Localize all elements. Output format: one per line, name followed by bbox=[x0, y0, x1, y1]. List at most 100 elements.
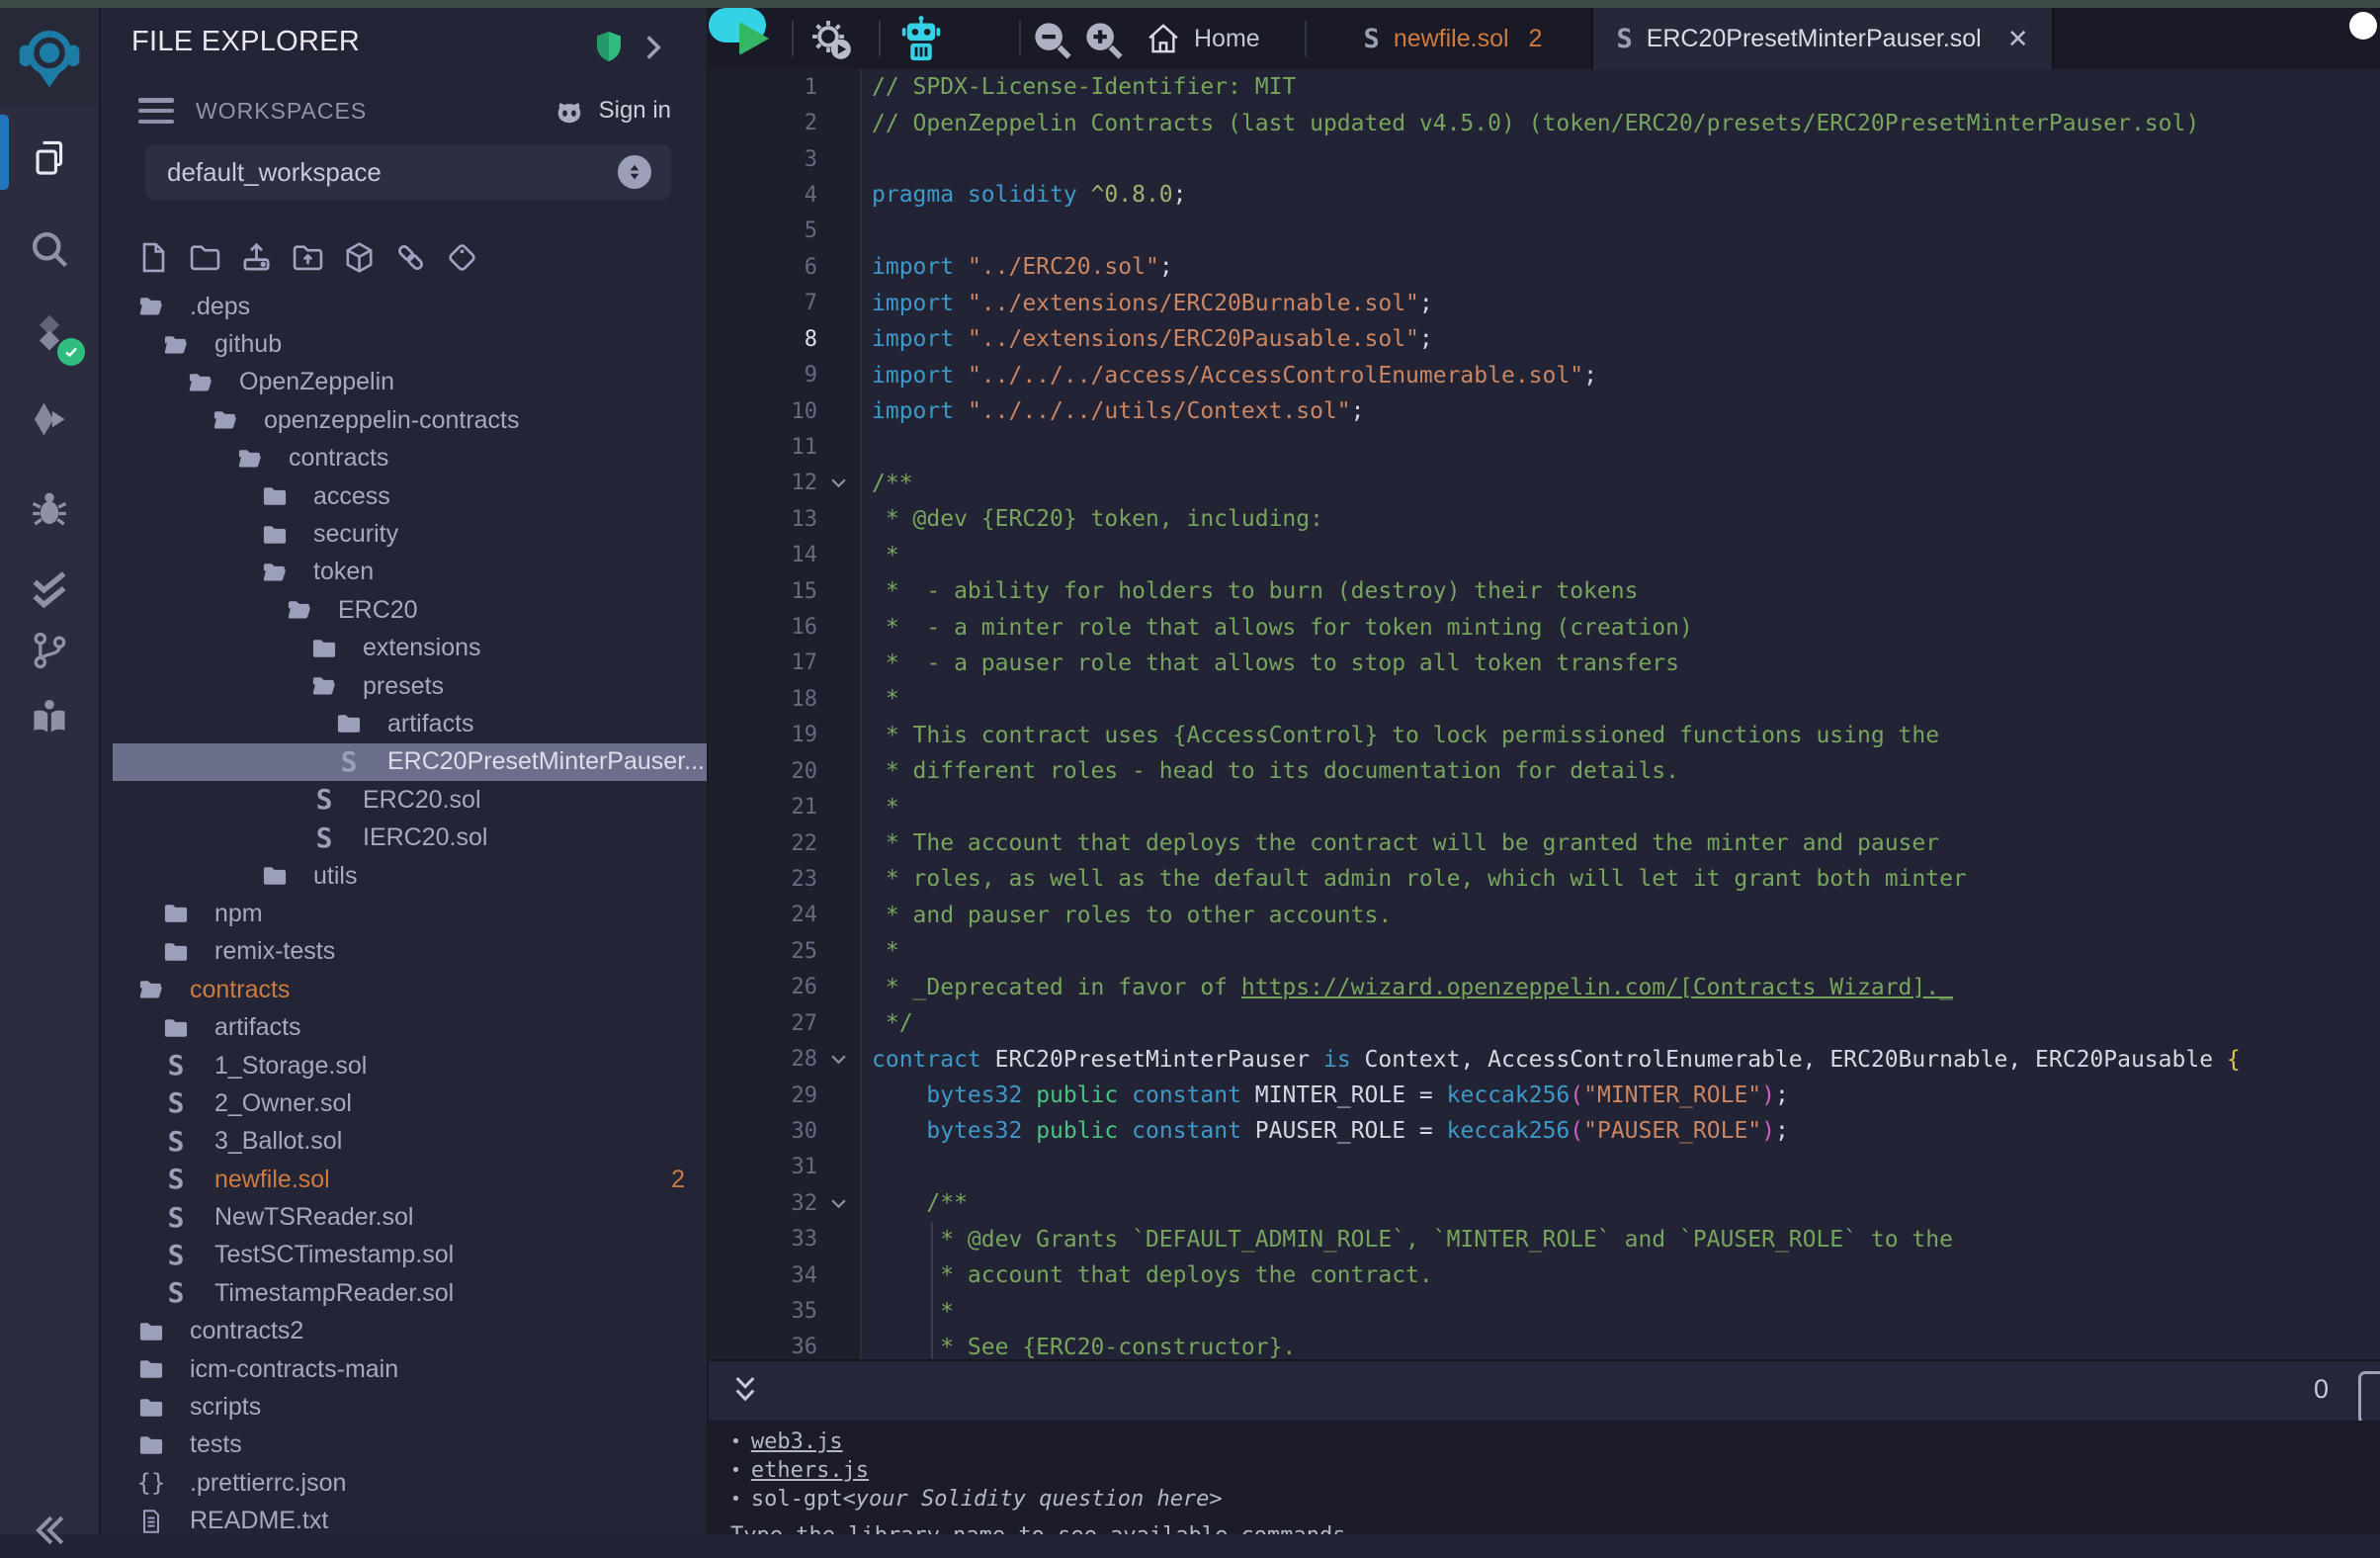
ipfs-box-icon[interactable] bbox=[342, 237, 377, 277]
tree-item[interactable]: STestSCTimestamp.sol bbox=[101, 1237, 707, 1274]
workspace-selected-value: default_workspace bbox=[167, 157, 382, 188]
remix-logo[interactable] bbox=[0, 8, 99, 107]
line-number: 10 bbox=[709, 399, 817, 424]
fold-chevron-icon[interactable] bbox=[817, 1198, 860, 1209]
code-editor[interactable]: 1// SPDX-License-Identifier: MIT2// Open… bbox=[709, 69, 2380, 1359]
code-text: * bbox=[860, 938, 899, 964]
tree-item[interactable]: S2_Owner.sol bbox=[101, 1084, 707, 1122]
tree-item[interactable]: tests bbox=[101, 1427, 707, 1464]
search-icon[interactable] bbox=[22, 221, 77, 277]
sign-in-button[interactable]: Sign in bbox=[550, 91, 671, 130]
tree-item[interactable]: S1_Storage.sol bbox=[101, 1047, 707, 1084]
tree-item-label: IERC20.sol bbox=[363, 823, 487, 852]
tree-item[interactable]: README.txt bbox=[101, 1503, 707, 1535]
debugger-icon[interactable] bbox=[22, 480, 77, 536]
tree-item[interactable]: Snewfile.sol2 bbox=[101, 1161, 707, 1198]
code-line: 24 * and pauser roles to other accounts. bbox=[709, 898, 2380, 933]
code-text: * @dev Grants `DEFAULT_ADMIN_ROLE`, `MIN… bbox=[860, 1227, 1953, 1253]
new-folder-icon[interactable] bbox=[188, 237, 222, 277]
workspaces-label: WORKSPACES bbox=[196, 98, 367, 125]
line-number: 18 bbox=[709, 687, 817, 712]
tree-item[interactable]: SERC20PresetMinterPauser... bbox=[113, 743, 707, 781]
unit-testing-icon[interactable] bbox=[22, 562, 77, 617]
zoom-out-button[interactable] bbox=[1029, 17, 1074, 62]
tree-item[interactable]: S IERC20.sol bbox=[101, 819, 707, 856]
tree-item[interactable]: STimestampReader.sol bbox=[101, 1274, 707, 1312]
tree-item[interactable]: artifacts bbox=[101, 705, 707, 742]
code-line: 36 * See {ERC20-constructor}. bbox=[709, 1330, 2380, 1359]
fold-chevron-icon[interactable] bbox=[817, 477, 860, 488]
tree-item[interactable]: remix-tests bbox=[101, 933, 707, 971]
file-explorer-panel: FILE EXPLORER WORKSPACES Sign in default… bbox=[101, 8, 709, 1534]
doc-link[interactable]: https://wizard.openzeppelin.com/[Contrac… bbox=[1241, 975, 1953, 1000]
tree-item[interactable]: SERC20.sol bbox=[101, 781, 707, 819]
tree-item[interactable]: icm-contracts-main bbox=[101, 1350, 707, 1388]
terminal-line: •web3.js bbox=[730, 1428, 1359, 1456]
terminal-header[interactable]: 0 bbox=[709, 1359, 2380, 1423]
tab-home[interactable]: Home bbox=[1132, 8, 1274, 69]
tree-item[interactable]: extensions bbox=[101, 630, 707, 667]
file-explorer-icon[interactable] bbox=[22, 130, 77, 186]
new-file-icon[interactable] bbox=[136, 237, 171, 277]
tree-item[interactable]: utils bbox=[101, 857, 707, 895]
remixd-link-icon[interactable] bbox=[393, 237, 428, 277]
publish-gist-icon[interactable] bbox=[445, 237, 479, 277]
close-icon[interactable]: ✕ bbox=[2007, 24, 2029, 54]
code-line: 10import "../../../utils/Context.sol"; bbox=[709, 393, 2380, 429]
solidity-compiler-icon[interactable] bbox=[22, 306, 77, 362]
fold-chevron-icon[interactable] bbox=[817, 1054, 860, 1065]
tree-item[interactable]: token bbox=[101, 554, 707, 591]
tree-item[interactable]: SNewTSReader.sol bbox=[101, 1198, 707, 1236]
folder-open-icon bbox=[162, 331, 190, 359]
code-text: import "../extensions/ERC20Burnable.sol"… bbox=[860, 291, 1433, 316]
solidity-file-icon: S bbox=[162, 1128, 190, 1156]
library-link[interactable]: web3.js bbox=[751, 1429, 843, 1454]
tree-item[interactable]: {}.prettierrc.json bbox=[101, 1464, 707, 1502]
terminal-collapse-icon[interactable] bbox=[730, 1373, 760, 1411]
tree-item[interactable]: OpenZeppelin bbox=[101, 364, 707, 401]
tree-item[interactable]: S3_Ballot.sol bbox=[101, 1123, 707, 1161]
chevron-right-icon[interactable] bbox=[642, 34, 664, 61]
code-text: // OpenZeppelin Contracts (last updated … bbox=[860, 111, 2199, 136]
tab-newfile.sol[interactable]: Snewfile.sol2 bbox=[1317, 8, 1589, 69]
zoom-in-button[interactable] bbox=[1080, 17, 1126, 62]
tab-label: newfile.sol bbox=[1394, 25, 1509, 53]
tree-item[interactable]: contracts2 bbox=[101, 1313, 707, 1350]
code-line: 27 */ bbox=[709, 1005, 2380, 1041]
git-icon[interactable] bbox=[22, 623, 77, 678]
library-link[interactable]: ethers.js bbox=[751, 1458, 869, 1483]
workspace-select[interactable]: default_workspace bbox=[145, 144, 671, 200]
code-line: 33 * @dev Grants `DEFAULT_ADMIN_ROLE`, `… bbox=[709, 1222, 2380, 1257]
run-script-button[interactable] bbox=[734, 21, 774, 56]
workspace-switch-icon[interactable] bbox=[618, 155, 651, 189]
tree-item[interactable]: contracts bbox=[101, 971, 707, 1008]
solidity-file-icon: S bbox=[310, 824, 338, 852]
tree-item[interactable]: contracts bbox=[101, 440, 707, 477]
tree-item[interactable]: ERC20 bbox=[101, 591, 707, 629]
tab-ERC20PresetMinterPauser.sol[interactable]: SERC20PresetMinterPauser.sol✕ bbox=[1591, 8, 2054, 69]
tree-item[interactable]: openzeppelin-contracts bbox=[101, 401, 707, 439]
solidity-file-icon: S bbox=[162, 1166, 190, 1193]
deploy-run-icon[interactable] bbox=[22, 393, 77, 449]
tree-item[interactable]: npm bbox=[101, 895, 707, 932]
tree-item[interactable]: access bbox=[101, 477, 707, 515]
collapse-left-icon[interactable] bbox=[22, 1503, 77, 1558]
tree-item[interactable]: github bbox=[101, 325, 707, 363]
tree-item[interactable]: scripts bbox=[101, 1388, 707, 1426]
folder-closed-icon bbox=[137, 1394, 165, 1422]
compile-run-button[interactable] bbox=[806, 15, 855, 62]
gear-run-icon bbox=[807, 15, 854, 62]
tree-item[interactable]: .deps bbox=[101, 288, 707, 325]
terminal-scrollbar[interactable] bbox=[2358, 1371, 2380, 1425]
upload-file-icon[interactable] bbox=[239, 237, 274, 277]
tree-item[interactable]: presets bbox=[101, 667, 707, 705]
tree-item[interactable]: security bbox=[101, 515, 707, 553]
workspaces-menu-icon[interactable] bbox=[138, 98, 174, 124]
learneth-icon[interactable] bbox=[22, 690, 77, 745]
code-text: /** bbox=[860, 471, 913, 496]
upload-folder-icon[interactable] bbox=[291, 237, 325, 277]
ai-assistant-button[interactable] bbox=[898, 14, 944, 65]
tab-label: ERC20PresetMinterPauser.sol bbox=[1647, 25, 1982, 53]
tree-item[interactable]: artifacts bbox=[101, 1008, 707, 1046]
tree-item-label: presets bbox=[363, 672, 444, 701]
